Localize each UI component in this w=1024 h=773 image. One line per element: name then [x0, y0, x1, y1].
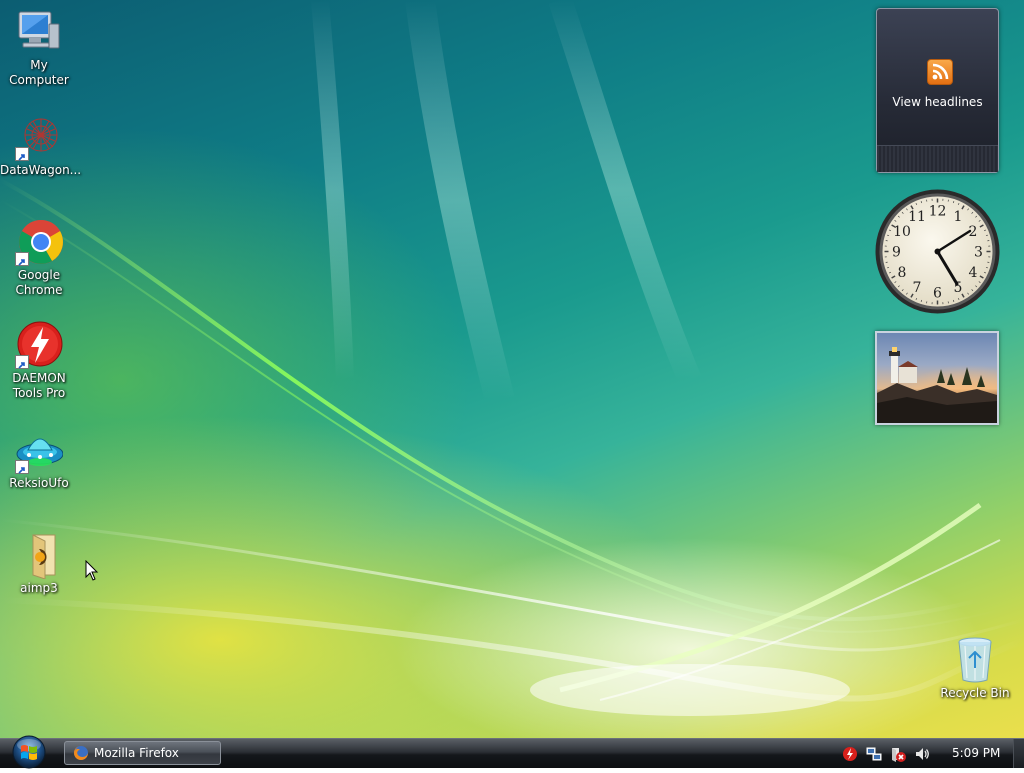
start-button[interactable] [8, 735, 50, 769]
clock-numeral: 10 [893, 224, 911, 240]
clock-numeral: 12 [929, 204, 947, 220]
clock-numeral: 7 [913, 280, 922, 296]
rss-icon [927, 59, 953, 85]
wallpaper-streaks [0, 0, 1024, 738]
reksioufo-icon [15, 426, 63, 474]
folder-icon [15, 531, 63, 579]
daemon-tools-icon [15, 321, 63, 369]
desktop-icon-google-chrome[interactable]: Google Chrome [0, 218, 78, 298]
clock-numeral: 6 [933, 286, 942, 302]
shortcut-arrow-icon [15, 460, 29, 474]
view-headlines-link[interactable]: View headlines [877, 95, 998, 109]
firefox-icon [73, 745, 89, 761]
clock-numeral: 3 [974, 245, 983, 261]
clock-numeral: 1 [954, 209, 963, 225]
taskbar-button-firefox[interactable]: Mozilla Firefox [64, 741, 221, 765]
clock-numeral: 11 [908, 209, 926, 225]
lighthouse-photo [877, 333, 997, 423]
computer-icon [15, 8, 63, 56]
clock-gadget[interactable]: 121234567891011 [874, 188, 1001, 315]
slideshow-gadget[interactable] [875, 331, 999, 425]
network-icon[interactable] [866, 746, 882, 762]
desktop-icon-label: My Computer [0, 58, 78, 88]
shortcut-arrow-icon [15, 252, 29, 266]
recycle-bin-icon [951, 636, 999, 684]
desktop-icon-my-computer[interactable]: My Computer [0, 8, 78, 88]
clock-numeral: 4 [969, 265, 978, 281]
clock-numeral: 9 [892, 245, 901, 261]
feed-headlines-gadget[interactable]: View headlines [876, 8, 999, 173]
gadget-footer [877, 145, 998, 172]
clock-numeral: 8 [898, 265, 907, 281]
daemon-tools-tray-icon[interactable] [842, 746, 858, 762]
desktop-icon-label: aimp3 [0, 581, 78, 596]
taskbar-button-label: Mozilla Firefox [94, 746, 179, 760]
windows-logo-icon [8, 735, 50, 769]
security-alert-icon[interactable] [890, 746, 906, 762]
notification-area: 5:09 PM [836, 739, 1024, 768]
mouse-cursor-icon [85, 560, 99, 582]
chrome-icon [15, 218, 63, 266]
desktop-icon-recycle-bin[interactable]: Recycle Bin [936, 636, 1014, 701]
taskbar-clock[interactable]: 5:09 PM [952, 746, 1000, 760]
desktop-icon-reksioufo[interactable]: ReksioUfo [0, 426, 78, 491]
desktop-icon-daemon-tools-pro[interactable]: DAEMON Tools Pro [0, 321, 78, 401]
desktop-icon-label: DataWagon... [0, 163, 78, 178]
shortcut-arrow-icon [15, 355, 29, 369]
volume-icon[interactable] [914, 746, 930, 762]
desktop-icon-label: Recycle Bin [936, 686, 1014, 701]
desktop-icon-label: Google Chrome [0, 268, 78, 298]
desktop[interactable]: My Computer DataWagon... [0, 0, 1024, 738]
desktop-icon-label: ReksioUfo [0, 476, 78, 491]
taskbar: Mozilla Firefox 5:09 PM [0, 738, 1024, 768]
desktop-icon-datawagon[interactable]: DataWagon... [0, 113, 78, 178]
datawagon-icon [15, 113, 63, 161]
show-desktop-button[interactable] [1013, 739, 1024, 768]
desktop-icon-aimp3[interactable]: aimp3 [0, 531, 78, 596]
shortcut-arrow-icon [15, 147, 29, 161]
desktop-icon-label: DAEMON Tools Pro [0, 371, 78, 401]
